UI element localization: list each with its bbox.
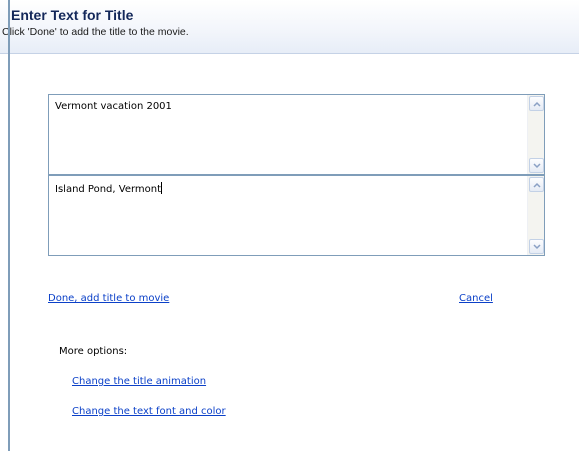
change-font-color-link[interactable]: Change the text font and color xyxy=(72,406,226,417)
panel-left-border xyxy=(8,0,10,451)
scroll-down-button-1[interactable] xyxy=(529,158,544,173)
title-text-value-2: Island Pond, Vermont xyxy=(55,184,162,195)
title-editor-panel: Enter Text for Title Click 'Done' to add… xyxy=(0,0,579,451)
chevron-up-icon xyxy=(533,182,541,188)
chevron-down-icon xyxy=(533,244,541,250)
done-add-title-link[interactable]: Done, add title to movie xyxy=(48,293,169,304)
scroll-up-button-1[interactable] xyxy=(529,96,544,111)
change-title-animation-link[interactable]: Change the title animation xyxy=(72,376,206,387)
scrollbar-2[interactable] xyxy=(527,176,544,255)
title-text-field-1[interactable]: Vermont vacation 2001 xyxy=(48,94,545,175)
panel-header: Enter Text for Title Click 'Done' to add… xyxy=(0,0,579,54)
panel-subtitle: Click 'Done' to add the title to the mov… xyxy=(2,26,189,38)
scroll-up-button-2[interactable] xyxy=(529,177,544,192)
scrollbar-1[interactable] xyxy=(527,95,544,174)
text-cursor xyxy=(161,182,163,194)
title-text-wrapper-2[interactable]: Island Pond, Vermont xyxy=(55,182,163,195)
cancel-link[interactable]: Cancel xyxy=(459,293,493,304)
chevron-up-icon xyxy=(533,101,541,107)
scroll-down-button-2[interactable] xyxy=(529,239,544,254)
title-text-field-2[interactable]: Island Pond, Vermont xyxy=(48,175,545,256)
title-text-value-1[interactable]: Vermont vacation 2001 xyxy=(55,101,172,112)
panel-title: Enter Text for Title xyxy=(11,7,134,23)
chevron-down-icon xyxy=(533,163,541,169)
more-options-label: More options: xyxy=(59,346,128,357)
